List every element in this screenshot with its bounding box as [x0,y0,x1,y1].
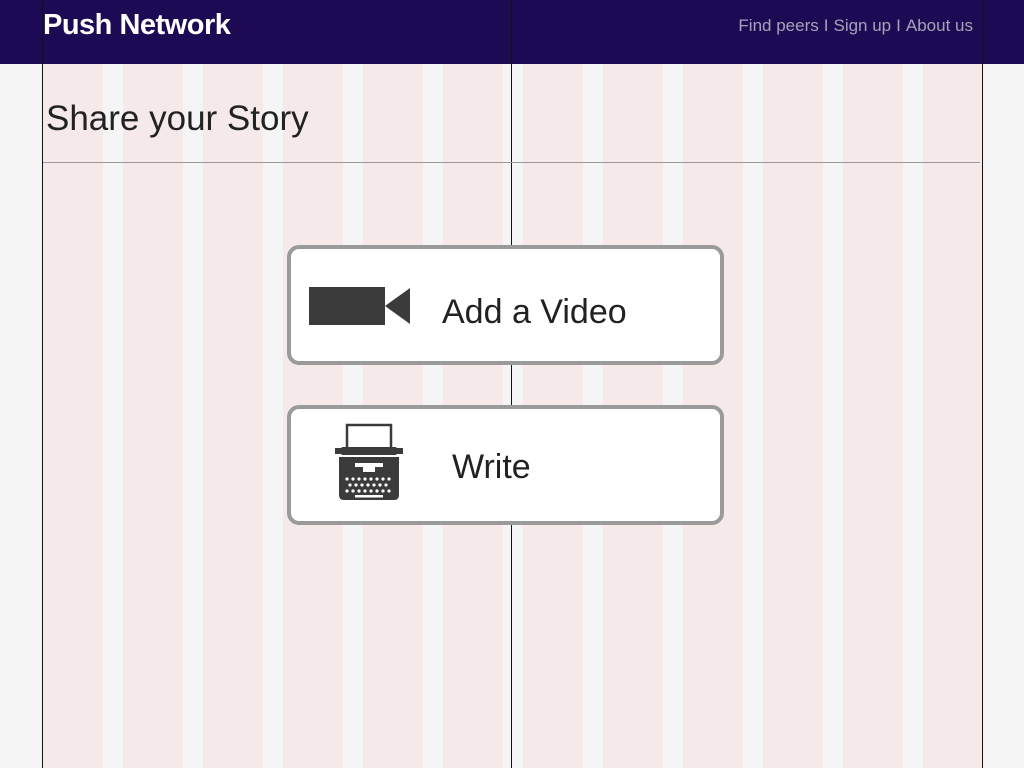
grid-column [203,64,263,768]
page: Push Network Find peers I Sign up I Abou… [0,0,1024,768]
title-divider [43,162,980,163]
nav-separator: I [896,16,901,35]
grid-column [123,64,183,768]
nav-separator: I [823,16,829,35]
nav-about-us-link[interactable]: About us [906,16,973,36]
video-camera-icon [309,285,411,332]
add-video-button[interactable]: Add a Video [287,245,724,365]
grid-guide-line [42,0,43,768]
page-title: Share your Story [46,99,309,138]
grid-guide-line [982,0,983,768]
write-button[interactable]: Write [287,405,724,525]
write-label: Write [452,448,531,486]
brand-logo[interactable]: Push Network [43,9,231,42]
grid-column [43,64,103,768]
grid-guide-line [511,0,512,768]
grid-column [843,64,903,768]
top-header: Push Network Find peers I Sign up I Abou… [0,0,1024,64]
grid-column [763,64,823,768]
typewriter-icon [333,423,405,506]
add-video-label: Add a Video [442,293,627,331]
grid-column [923,64,983,768]
nav-sign-up-link[interactable]: Sign up [833,16,891,36]
top-nav: Find peers I Sign up I About us [738,16,973,36]
nav-find-peers-link[interactable]: Find peers [738,16,818,36]
